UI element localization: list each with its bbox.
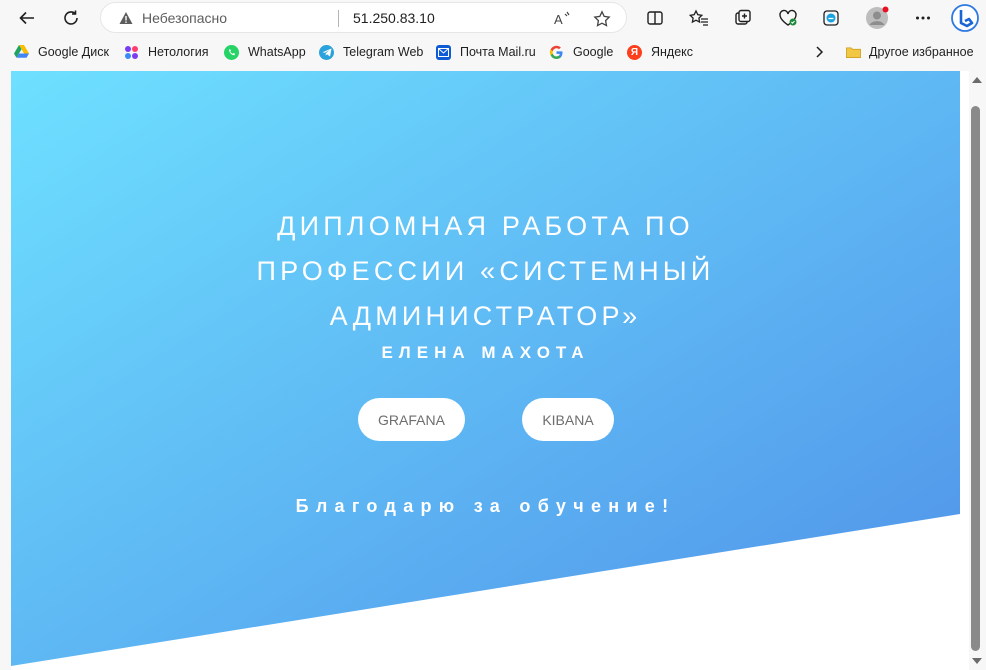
more-dots-icon bbox=[916, 16, 930, 20]
mail-icon bbox=[436, 44, 451, 60]
bookmark-label: WhatsApp bbox=[248, 45, 306, 59]
bookmarks-overflow-button[interactable] bbox=[814, 43, 824, 61]
netology-icon bbox=[124, 45, 139, 60]
google-icon bbox=[549, 45, 564, 60]
scroll-down-arrow[interactable] bbox=[972, 658, 982, 664]
browser-window: Небезопасно 51.250.83.10 A Google Диск Н… bbox=[0, 0, 986, 670]
bookmark-google-drive[interactable]: Google Диск bbox=[14, 43, 109, 61]
google-drive-icon bbox=[14, 45, 29, 60]
kibana-button[interactable]: KIBANA bbox=[522, 398, 614, 441]
title-line: ДИПЛОМНАЯ РАБОТА ПО bbox=[277, 211, 694, 241]
refresh-icon bbox=[64, 10, 78, 25]
bookmark-label: Google bbox=[573, 45, 614, 59]
more-menu-button[interactable] bbox=[908, 4, 938, 32]
bookmark-whatsapp[interactable]: WhatsApp bbox=[224, 43, 306, 61]
collections-button[interactable] bbox=[728, 4, 758, 32]
browser-essentials-button[interactable] bbox=[773, 4, 803, 32]
chevron-right-icon bbox=[816, 46, 824, 58]
bookmark-google[interactable]: Google bbox=[549, 43, 613, 61]
heart-pulse-icon bbox=[779, 9, 797, 26]
edge-icon bbox=[823, 10, 839, 26]
page-title: ДИПЛОМНАЯ РАБОТА ПО ПРОФЕССИИ «СИСТЕМНЫЙ… bbox=[11, 204, 960, 339]
bookmark-label: Почта Mail.ru bbox=[460, 45, 536, 59]
bookmark-netology[interactable]: Нетология bbox=[124, 43, 209, 61]
bing-copilot-icon bbox=[951, 4, 979, 32]
yandex-icon: Я bbox=[627, 44, 642, 60]
edge-extension-button[interactable] bbox=[816, 4, 846, 32]
whatsapp-icon bbox=[224, 44, 239, 60]
read-aloud-icon[interactable]: A bbox=[552, 8, 574, 30]
folder-icon bbox=[846, 45, 861, 60]
author-name: ЕЛЕНА МАХОТА bbox=[381, 343, 590, 362]
svg-text:A: A bbox=[554, 12, 563, 27]
title-line: АДМИНИСТРАТОР» bbox=[329, 301, 642, 331]
avatar-icon bbox=[866, 6, 889, 29]
profile-button[interactable] bbox=[862, 4, 892, 32]
bookmark-label: Google Диск bbox=[38, 45, 109, 59]
refresh-button[interactable] bbox=[56, 4, 86, 32]
security-label[interactable]: Небезопасно bbox=[142, 10, 227, 26]
scrollbar-thumb[interactable] bbox=[971, 106, 980, 651]
title-line: ПРОФЕССИИ «СИСТЕМНЫЙ bbox=[256, 256, 715, 286]
favorites-button[interactable] bbox=[684, 4, 714, 32]
hero-background bbox=[11, 71, 960, 666]
bookmark-mail[interactable]: Почта Mail.ru bbox=[436, 43, 536, 61]
collections-icon bbox=[735, 9, 751, 25]
other-favorites-label: Другое избранное bbox=[869, 45, 974, 59]
bookmark-telegram[interactable]: Telegram Web bbox=[319, 43, 423, 61]
bookmark-label: Telegram Web bbox=[343, 45, 424, 59]
bookmark-label: Нетология bbox=[148, 45, 209, 59]
split-screen-icon bbox=[647, 11, 663, 25]
favorite-star-icon[interactable] bbox=[591, 8, 613, 30]
other-favorites-folder[interactable]: Другое избранное bbox=[846, 43, 974, 61]
address-bar[interactable]: Небезопасно 51.250.83.10 A bbox=[100, 2, 627, 33]
vertical-scrollbar[interactable] bbox=[969, 71, 986, 670]
grafana-button[interactable]: GRAFANA bbox=[358, 398, 465, 441]
split-screen-button[interactable] bbox=[640, 4, 670, 32]
back-button[interactable] bbox=[12, 4, 42, 32]
browser-toolbar: Небезопасно 51.250.83.10 A bbox=[0, 0, 986, 36]
bookmark-label: Яндекс bbox=[651, 45, 694, 59]
scroll-up-arrow[interactable] bbox=[972, 77, 982, 83]
thanks-text: Благодарю за обучение! bbox=[295, 496, 676, 516]
favorites-list-icon bbox=[689, 9, 708, 26]
url-text[interactable]: 51.250.83.10 bbox=[353, 10, 435, 26]
bookmark-yandex[interactable]: Я Яндекс bbox=[627, 43, 693, 61]
telegram-icon bbox=[319, 44, 334, 60]
bookmarks-bar: Google Диск Нетология WhatsApp Telegram … bbox=[0, 38, 986, 66]
address-separator bbox=[338, 10, 339, 27]
back-arrow-icon bbox=[19, 11, 34, 25]
warning-icon[interactable] bbox=[119, 11, 133, 25]
copilot-button[interactable] bbox=[949, 2, 981, 34]
page-viewport: ДИПЛОМНАЯ РАБОТА ПО ПРОФЕССИИ «СИСТЕМНЫЙ… bbox=[11, 71, 969, 670]
